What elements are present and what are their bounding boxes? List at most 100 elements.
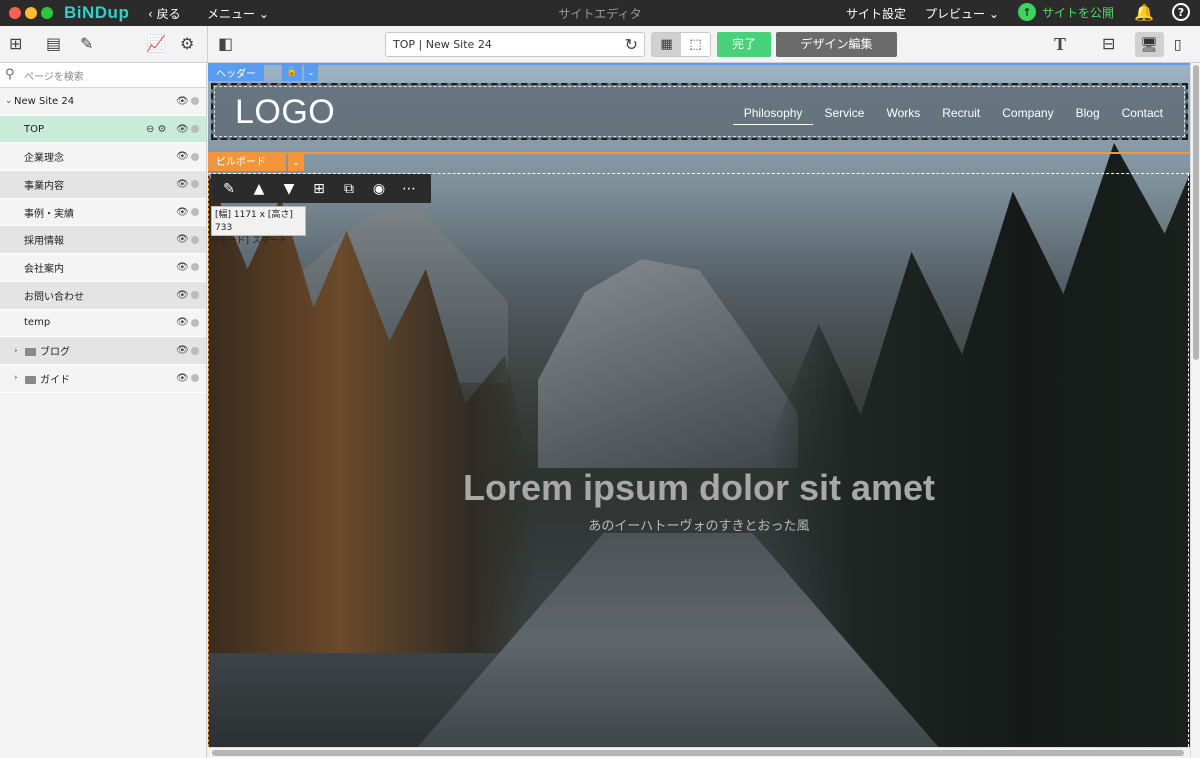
duplicate-icon[interactable]: ⧉ (339, 180, 359, 198)
eye-icon[interactable]: 👁 (176, 373, 189, 384)
page-item[interactable]: temp 👁 (0, 310, 206, 338)
status-dot (191, 208, 199, 217)
nav-item-works[interactable]: Works (875, 106, 931, 125)
desktop-icon[interactable]: 🖥 (1135, 32, 1164, 57)
header-tag-label: ヘッダー (216, 69, 256, 80)
page-options-icons[interactable]: ⊖ ⚙ (146, 124, 167, 135)
eye-icon[interactable]: 👁 (176, 124, 189, 135)
nav-item-service[interactable]: Service (813, 106, 875, 125)
nav-item-recruit[interactable]: Recruit (931, 106, 991, 125)
block-view-icon[interactable]: ▦ (652, 33, 681, 56)
eye-icon[interactable]: 👁 (176, 234, 189, 245)
mobile-icon[interactable]: ▯ (1164, 32, 1193, 57)
eye-icon[interactable]: 👁 (176, 151, 189, 162)
help-button[interactable]: ? (1172, 3, 1190, 21)
sidebar-toggle-icon[interactable]: ◧ (218, 35, 233, 53)
eye-icon[interactable]: 👁 (176, 317, 189, 328)
chevron-left-icon: ‹ (148, 7, 157, 21)
edit-page-icon[interactable]: ✎ (80, 35, 93, 53)
folder-name: ブログ (40, 347, 70, 359)
eye-icon[interactable]: 👁 (176, 179, 189, 190)
horizontal-scrollbar[interactable] (208, 747, 1190, 758)
editor-canvas[interactable]: ヘッダー 🔒 ⌄ LOGO Philosophy Service Works R… (208, 63, 1190, 747)
close-window-button[interactable] (9, 7, 21, 19)
layout-icon[interactable]: ⊟ (1102, 35, 1115, 53)
page-item[interactable]: 採用情報 👁 (0, 226, 206, 255)
menu-dropdown[interactable]: メニュー ⌄ (207, 5, 269, 22)
folder-label: ガイド (25, 371, 70, 386)
site-header-block[interactable]: LOGO Philosophy Service Works Recruit Co… (211, 83, 1188, 140)
page-label: 事業内容 (24, 180, 64, 192)
header-block-tag[interactable]: ヘッダー (208, 64, 264, 81)
folder-item[interactable]: › ガイド 👁 (0, 365, 206, 393)
vertical-scrollbar[interactable] (1190, 63, 1200, 758)
toolbar-divider (207, 26, 208, 63)
status-dot (191, 346, 199, 355)
page-item[interactable]: 企業理念 👁 (0, 143, 206, 172)
eye-icon[interactable]: 👁 (176, 207, 189, 218)
scrollbar-thumb[interactable] (1193, 65, 1199, 360)
chevron-right-icon[interactable]: › (14, 346, 18, 356)
folder-label: ブログ (25, 343, 70, 358)
url-field[interactable]: TOP | New Site 24 ↻ (385, 32, 645, 57)
chevron-right-icon[interactable]: › (14, 373, 18, 383)
page-item[interactable]: 事例・実績 👁 (0, 199, 206, 227)
add-page-icon[interactable]: ⊞ (9, 35, 22, 53)
site-logo[interactable]: LOGO (235, 93, 335, 132)
page-search-input[interactable]: ⚲ ページを検索 (0, 63, 206, 88)
page-label: TOP (24, 123, 45, 135)
chevron-down-icon[interactable]: ⌄ (304, 64, 318, 81)
move-down-icon[interactable]: ▼ (279, 180, 299, 198)
site-root-item[interactable]: ⌄ New Site 24 👁 (0, 88, 206, 116)
hero-title[interactable]: Lorem ipsum dolor sit amet (208, 467, 1190, 509)
hero-subtitle[interactable]: あのイーハトーヴォのすきとおった風 (208, 515, 1190, 534)
url-text: TOP | New Site 24 (393, 38, 492, 51)
gear-icon[interactable]: ⚙ (180, 35, 194, 53)
status-dot (191, 291, 199, 300)
eye-icon[interactable]: 👁 (176, 262, 189, 273)
search-placeholder: ページを検索 (24, 72, 84, 83)
folder-item[interactable]: › ブログ 👁 (0, 337, 206, 365)
lock-icon[interactable]: 🔒 (282, 64, 302, 81)
more-icon[interactable]: ⋯ (399, 180, 419, 198)
analytics-icon[interactable]: 📈 (146, 35, 166, 53)
page-item-top[interactable]: TOP ⊖ ⚙ 👁 (0, 115, 206, 144)
pencil-icon[interactable]: ✎ (219, 180, 239, 198)
eye-icon[interactable]: 👁 (176, 345, 189, 356)
eye-icon[interactable]: 👁 (176, 290, 189, 301)
folder-icon (25, 375, 36, 384)
nav-item-philosophy[interactable]: Philosophy (732, 106, 814, 125)
minimize-window-button[interactable] (25, 7, 37, 19)
nav-item-contact[interactable]: Contact (1111, 106, 1174, 125)
nav-item-blog[interactable]: Blog (1065, 106, 1111, 125)
text-style-icon[interactable]: T (1054, 35, 1066, 53)
search-icon: ⚲ (5, 67, 15, 82)
design-edit-button[interactable]: デザイン編集 (776, 32, 897, 57)
preview-dropdown[interactable]: プレビュー ⌄ (925, 5, 999, 22)
done-button[interactable]: 完了 (717, 32, 771, 57)
page-item[interactable]: お問い合わせ 👁 (0, 281, 206, 310)
publish-button[interactable]: ↑ サイトを公開 (1018, 3, 1114, 21)
back-button[interactable]: ‹ 戻る (148, 5, 181, 22)
back-label: 戻る (156, 7, 181, 21)
page-item[interactable]: 事業内容 👁 (0, 171, 206, 199)
status-dot (191, 318, 199, 327)
eye-icon[interactable]: 👁 (176, 96, 189, 107)
add-block-icon[interactable]: ⊞ (309, 180, 329, 198)
page-icon[interactable]: ▤ (46, 35, 61, 53)
page-label: 会社案内 (24, 263, 64, 275)
billboard-block-tag[interactable]: ビルボード (208, 154, 286, 171)
nav-item-company[interactable]: Company (991, 106, 1064, 125)
site-settings-button[interactable]: サイト設定 (846, 5, 906, 22)
eye-icon[interactable]: ◉ (369, 180, 389, 198)
select-area-icon[interactable]: ⬚ (681, 33, 710, 56)
device-toggle: 🖥 ▯ (1135, 32, 1192, 57)
scrollbar-thumb[interactable] (212, 750, 1184, 756)
chevron-down-icon[interactable]: ⌄ (288, 154, 304, 171)
reload-icon[interactable]: ↻ (625, 35, 638, 54)
chevron-down-icon[interactable]: ⌄ (5, 96, 13, 106)
zoom-window-button[interactable] (41, 7, 53, 19)
page-item[interactable]: 会社案内 👁 (0, 254, 206, 282)
bell-icon[interactable]: 🔔 (1134, 3, 1154, 22)
move-up-icon[interactable]: ▲ (249, 180, 269, 198)
